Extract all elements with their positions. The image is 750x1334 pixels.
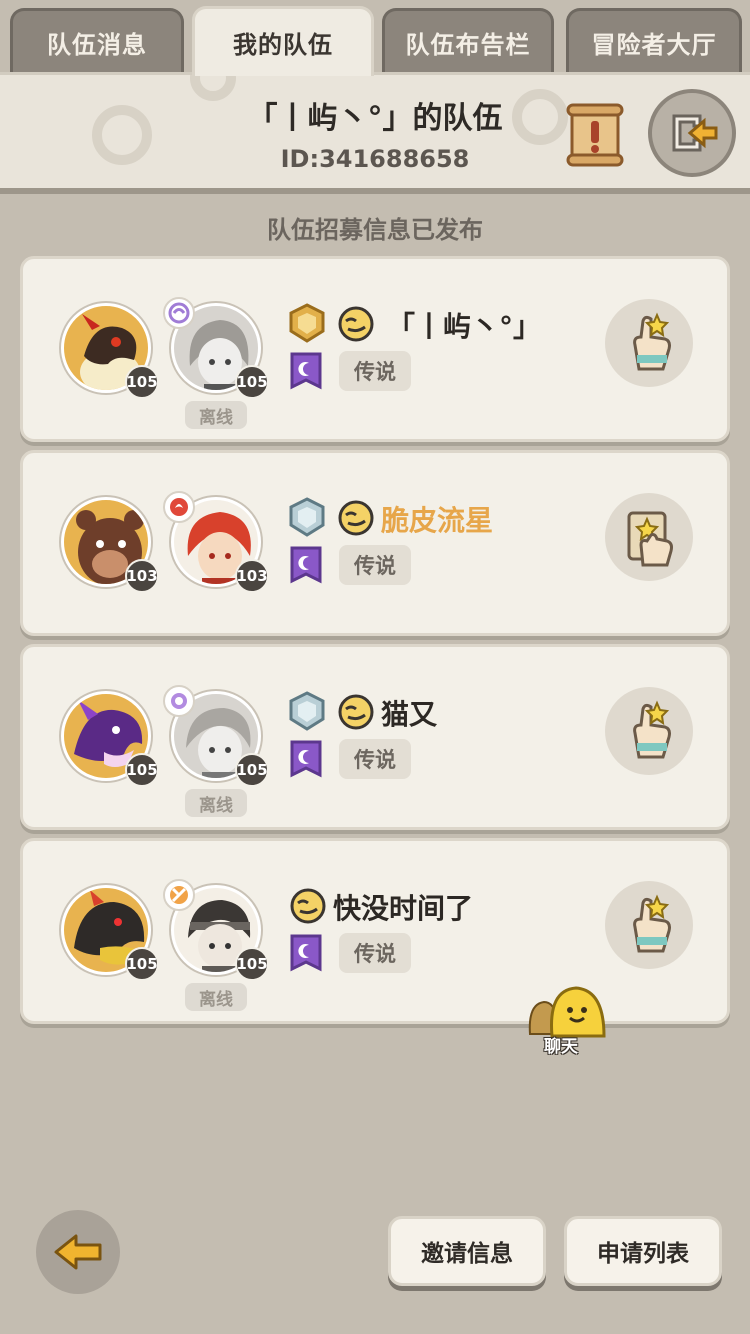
emote-face-icon [338, 500, 374, 536]
pet-level-badge: 103 [125, 559, 159, 593]
like-button[interactable] [605, 299, 693, 387]
hero-level-badge: 105 [235, 365, 269, 399]
offline-badge: 离线 [185, 789, 247, 817]
tier-tag: 传说 [339, 351, 411, 391]
guild-banner-icon [290, 546, 322, 584]
team-member-card: 103 103 脆皮流星 传说 [20, 450, 730, 636]
hero-level-badge: 103 [235, 559, 269, 593]
back-arrow-icon [54, 1234, 102, 1270]
chat-label: 聊天 [544, 1037, 578, 1057]
exit-team-button[interactable] [648, 89, 736, 177]
player-name: 猫又 [381, 698, 438, 731]
team-member-card: 105 105 离线 快没时间了 传说 [20, 838, 730, 1024]
back-button[interactable] [36, 1210, 120, 1294]
class-arcane-icon [163, 685, 195, 717]
like-button[interactable] [605, 687, 693, 775]
team-title: 「丨屿丶°」的队伍 [247, 101, 503, 136]
tab-team-messages[interactable]: 队伍消息 [10, 8, 184, 74]
tab-my-team[interactable]: 我的队伍 [192, 6, 374, 76]
tab-bar: 队伍消息 我的队伍 队伍布告栏 冒险者大厅 [0, 0, 750, 76]
tier-tag: 传说 [339, 933, 411, 973]
hero-level-badge: 105 [235, 753, 269, 787]
team-header: 「丨屿丶°」的队伍 ID:341688658 [0, 72, 750, 194]
team-member-card: 105 105 离线 猫又 传说 [20, 644, 730, 830]
player-name: 脆皮流星 [381, 504, 494, 537]
scroll-alert-icon[interactable] [566, 103, 624, 167]
pet-level-badge: 105 [125, 947, 159, 981]
class-fire-icon [163, 491, 195, 523]
chat-button[interactable]: 聊天 [526, 984, 610, 1058]
class-mage-icon [163, 297, 195, 329]
like-hand-icon [633, 312, 671, 371]
tier-tag: 传说 [339, 739, 411, 779]
team-id: ID:341688658 [280, 145, 470, 173]
rank-silver-icon [289, 691, 325, 731]
rank-gold-icon [289, 303, 325, 343]
tab-adventurer-hall[interactable]: 冒险者大厅 [566, 8, 742, 74]
like-button[interactable] [605, 493, 693, 581]
tab-team-board[interactable]: 队伍布告栏 [382, 8, 554, 74]
player-name: 快没时间了 [333, 892, 474, 925]
class-blade-icon [163, 879, 195, 911]
guild-banner-icon [290, 352, 322, 390]
pet-level-badge: 105 [125, 365, 159, 399]
hero-level-badge: 105 [235, 947, 269, 981]
recruit-status: 队伍招募信息已发布 [267, 216, 483, 244]
apply-list-button[interactable]: 申请列表 [564, 1216, 722, 1286]
pet-level-badge: 105 [125, 753, 159, 787]
emote-face-icon [338, 306, 374, 342]
player-name: 「丨屿丶°」 [387, 310, 542, 343]
exit-arrow-icon [672, 114, 718, 152]
offline-badge: 离线 [185, 983, 247, 1011]
like-button[interactable] [605, 881, 693, 969]
team-member-card: 105 105 离线 「丨屿丶°」 传说 [20, 256, 730, 442]
emote-face-icon [290, 888, 326, 924]
like-hand-card-icon [627, 511, 673, 567]
like-hand-icon [633, 700, 671, 759]
like-hand-icon [633, 894, 671, 953]
invite-info-button[interactable]: 邀请信息 [388, 1216, 546, 1286]
tier-tag: 传说 [339, 545, 411, 585]
offline-badge: 离线 [185, 401, 247, 429]
guild-banner-icon [290, 740, 322, 778]
guild-banner-icon [290, 934, 322, 972]
emote-face-icon [338, 694, 374, 730]
rank-silver-icon [289, 497, 325, 537]
